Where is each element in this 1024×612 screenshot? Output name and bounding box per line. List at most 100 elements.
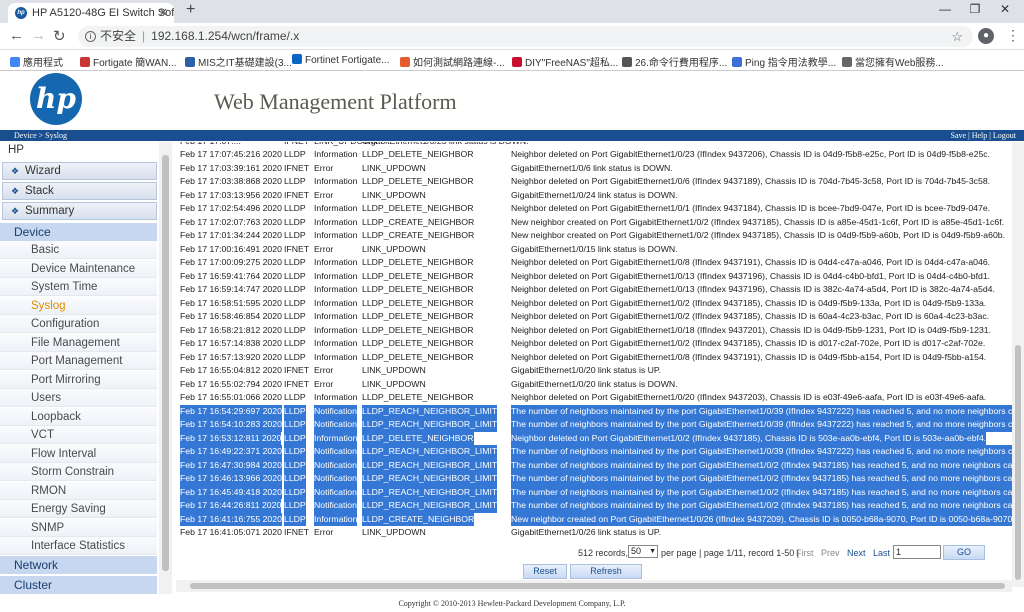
table-row[interactable]: Feb 17 17:03:39:161 2020 IFNET Error LINK_U…: [176, 162, 1012, 176]
table-row[interactable]: Feb 17 16:54:29:697 2020 LLDP Notification…: [176, 404, 1012, 418]
go-button[interactable]: GO: [943, 545, 985, 560]
bookmark-item[interactable]: MIS之IT基礎建設(3...: [185, 54, 292, 69]
next-link[interactable]: Next: [847, 546, 866, 560]
sidebar-item-flow-interval[interactable]: Flow Interval: [0, 444, 157, 463]
prev-link[interactable]: Prev: [821, 546, 840, 560]
page-input[interactable]: 1: [893, 545, 941, 559]
bookmark-item[interactable]: 如何測試網路連線-...: [400, 54, 505, 69]
sidebar-item-snmp[interactable]: SNMP: [0, 518, 157, 537]
table-row[interactable]: Feb 17 16:41:05:071 2020 IFNET Error LINK_U…: [176, 526, 1012, 540]
sidebar-item-users[interactable]: Users: [0, 389, 157, 407]
bookmark-item[interactable]: Fortinet Fortigate...: [292, 54, 389, 66]
table-row[interactable]: Feb 17 16:55:04:812 2020 IFNET Error LINK_U…: [176, 364, 1012, 378]
table-row[interactable]: Feb 17 16:45:49:418 2020 LLDP Notification…: [176, 485, 1012, 499]
logout-link[interactable]: Logout: [993, 131, 1016, 140]
save-link[interactable]: Save: [951, 131, 967, 140]
bookmark-item[interactable]: Fortigate 簡WAN...: [80, 54, 177, 69]
table-row[interactable]: Feb 17 16:57:14:838 2020 LLDP Information L…: [176, 337, 1012, 351]
table-row[interactable]: Feb 17 16:44:26:811 2020 LLDP Notification…: [176, 499, 1012, 513]
browser-tab-bar: hp HP A5120-48G EI Switch Softw ✕ + — ❐ …: [0, 0, 1024, 23]
minimize-icon[interactable]: —: [930, 2, 960, 16]
sidebar-scroll-thumb[interactable]: [162, 155, 169, 571]
table-row[interactable]: Feb 17 16:57:13:920 2020 LLDP Information L…: [176, 351, 1012, 365]
sidebar-item-rmon[interactable]: RMON: [0, 481, 157, 500]
table-row[interactable]: Feb 17 16:47:30:984 2020 LLDP Notification…: [176, 458, 1012, 472]
table-row[interactable]: Feb 17 17:01:34:244 2020 LLDP Information L…: [176, 229, 1012, 243]
table-row[interactable]: Feb 17 17:00:16:491 2020 IFNET Error LINK_U…: [176, 243, 1012, 257]
sidebar-item-port-management[interactable]: Port Management: [0, 352, 157, 370]
sidebar-item-syslog[interactable]: Syslog: [0, 296, 157, 315]
apps-grid-icon: [10, 57, 20, 67]
table-row[interactable]: Feb 17 16:58:46:854 2020 LLDP Information L…: [176, 310, 1012, 324]
sidebar-section-network[interactable]: Network: [0, 556, 157, 574]
sidebar-group-summary[interactable]: ❖ Summary: [2, 202, 157, 220]
reload-icon[interactable]: ↻: [53, 27, 66, 45]
sidebar-item-vct[interactable]: VCT: [0, 426, 157, 444]
help-link[interactable]: Help: [972, 131, 988, 140]
horizontal-scroll-thumb[interactable]: [190, 583, 1005, 589]
bookmark-item[interactable]: DIY"FreeNAS"超私...: [512, 54, 618, 69]
close-window-icon[interactable]: ✕: [990, 2, 1020, 16]
table-row[interactable]: Feb 17 17:03:38:868 2020 LLDP Information L…: [176, 175, 1012, 189]
table-row[interactable]: Feb 17 16:58:21:812 2020 LLDP Information L…: [176, 324, 1012, 338]
bookmark-star-icon[interactable]: ☆: [951, 26, 963, 47]
log-time: Feb 17 17:00:09:275 2020: [180, 257, 282, 267]
table-row[interactable]: Feb 17 17:02:07:763 2020 LLDP Information L…: [176, 216, 1012, 230]
forward-icon[interactable]: →: [31, 27, 46, 44]
log-time: Feb 17 16:45:49:418 2020: [180, 485, 282, 499]
table-row[interactable]: Feb 17 16:54:10:283 2020 LLDP Notification…: [176, 418, 1012, 432]
table-row[interactable]: Feb 17 16:58:51:595 2020 LLDP Information L…: [176, 297, 1012, 311]
menu-icon[interactable]: ⋮: [1006, 27, 1020, 44]
table-row[interactable]: Feb 17 16:41:16:755 2020 LLDP Information L…: [176, 512, 1012, 526]
bookmark-item[interactable]: 應用程式: [10, 54, 63, 69]
sidebar-item-system-time[interactable]: System Time: [0, 278, 157, 296]
reset-button[interactable]: Reset: [523, 564, 567, 579]
sidebar-item-loopback[interactable]: Loopback: [0, 407, 157, 426]
table-row[interactable]: Feb 17 16:53:12:811 2020 LLDP Information L…: [176, 431, 1012, 445]
per-page-select[interactable]: 50 ▼: [628, 545, 658, 558]
table-row[interactable]: Feb 17 16:46:13:966 2020 LLDP Notification…: [176, 472, 1012, 486]
log-description: Neighbor deleted on Port GigabitEthernet…: [511, 431, 987, 445]
log-description: Neighbor deleted on Port GigabitEthernet…: [511, 270, 991, 281]
profile-icon[interactable]: ●: [978, 28, 994, 44]
sidebar-group-wizard[interactable]: ❖ Wizard: [2, 162, 157, 180]
restore-icon[interactable]: ❐: [960, 2, 990, 16]
first-link[interactable]: First: [796, 546, 814, 560]
table-row[interactable]: Feb 17 17:07:45:216 2020 LLDP Information L…: [176, 148, 1012, 162]
browser-tab[interactable]: hp HP A5120-48G EI Switch Softw ✕: [8, 3, 174, 23]
table-row[interactable]: Feb 17 16:59:41:764 2020 LLDP Information L…: [176, 270, 1012, 284]
sidebar-item-basic[interactable]: Basic: [0, 241, 157, 259]
sidebar-item-configuration[interactable]: Configuration: [0, 315, 157, 333]
table-row[interactable]: Feb 17 17:02:54:496 2020 LLDP Information L…: [176, 202, 1012, 216]
log-scroll-thumb[interactable]: [1015, 345, 1021, 580]
breadcrumb: Device > Syslog: [14, 131, 67, 140]
table-row[interactable]: Feb 17 17:03:13:956 2020 IFNET Error LINK_U…: [176, 189, 1012, 203]
table-row[interactable]: Feb 17 17:00:09:275 2020 LLDP Information L…: [176, 256, 1012, 270]
url-field[interactable]: i 不安全 | 192.168.1.254/wcn/frame/.x ☆: [78, 26, 973, 47]
table-row[interactable]: Feb 17 16:59:14:747 2020 LLDP Information L…: [176, 283, 1012, 297]
bookmark-item[interactable]: 26.命令行費用程序...: [622, 54, 727, 69]
sidebar-item-port-mirroring[interactable]: Port Mirroring: [0, 370, 157, 389]
table-row[interactable]: Feb 17 16:55:01:066 2020 LLDP Information L…: [176, 391, 1012, 405]
log-mnemonic: LLDP_DELETE_NEIGHBOR: [362, 392, 474, 402]
close-tab-icon[interactable]: ✕: [159, 3, 168, 23]
sidebar-item-storm-constrain[interactable]: Storm Constrain: [0, 463, 157, 481]
log-mnemonic: LLDP_DELETE_NEIGHBOR: [362, 257, 474, 267]
sidebar-section-device[interactable]: Device: [0, 223, 157, 241]
sidebar-item-device-maintenance[interactable]: Device Maintenance: [0, 259, 157, 278]
bookmark-item[interactable]: 當您擁有Web服務...: [842, 54, 944, 69]
bookmark-item[interactable]: Ping 指令用法教學...: [732, 54, 836, 69]
sidebar-item-file-management[interactable]: File Management: [0, 333, 157, 352]
sidebar-item-interface-statistics[interactable]: Interface Statistics: [0, 537, 157, 555]
sidebar-section-cluster[interactable]: Cluster: [0, 576, 157, 594]
new-tab-icon[interactable]: +: [186, 1, 195, 19]
log-level: Notification: [314, 404, 357, 418]
table-row[interactable]: Feb 17 16:49:22:371 2020 LLDP Notification…: [176, 445, 1012, 459]
info-icon[interactable]: i: [85, 31, 96, 42]
table-row[interactable]: Feb 17 16:55:02:794 2020 IFNET Error LINK_U…: [176, 378, 1012, 392]
refresh-button[interactable]: Refresh: [570, 564, 642, 579]
back-icon[interactable]: ←: [9, 27, 24, 44]
sidebar-group-stack[interactable]: ❖ Stack: [2, 182, 157, 200]
last-link[interactable]: Last: [873, 546, 890, 560]
sidebar-item-energy-saving[interactable]: Energy Saving: [0, 500, 157, 518]
